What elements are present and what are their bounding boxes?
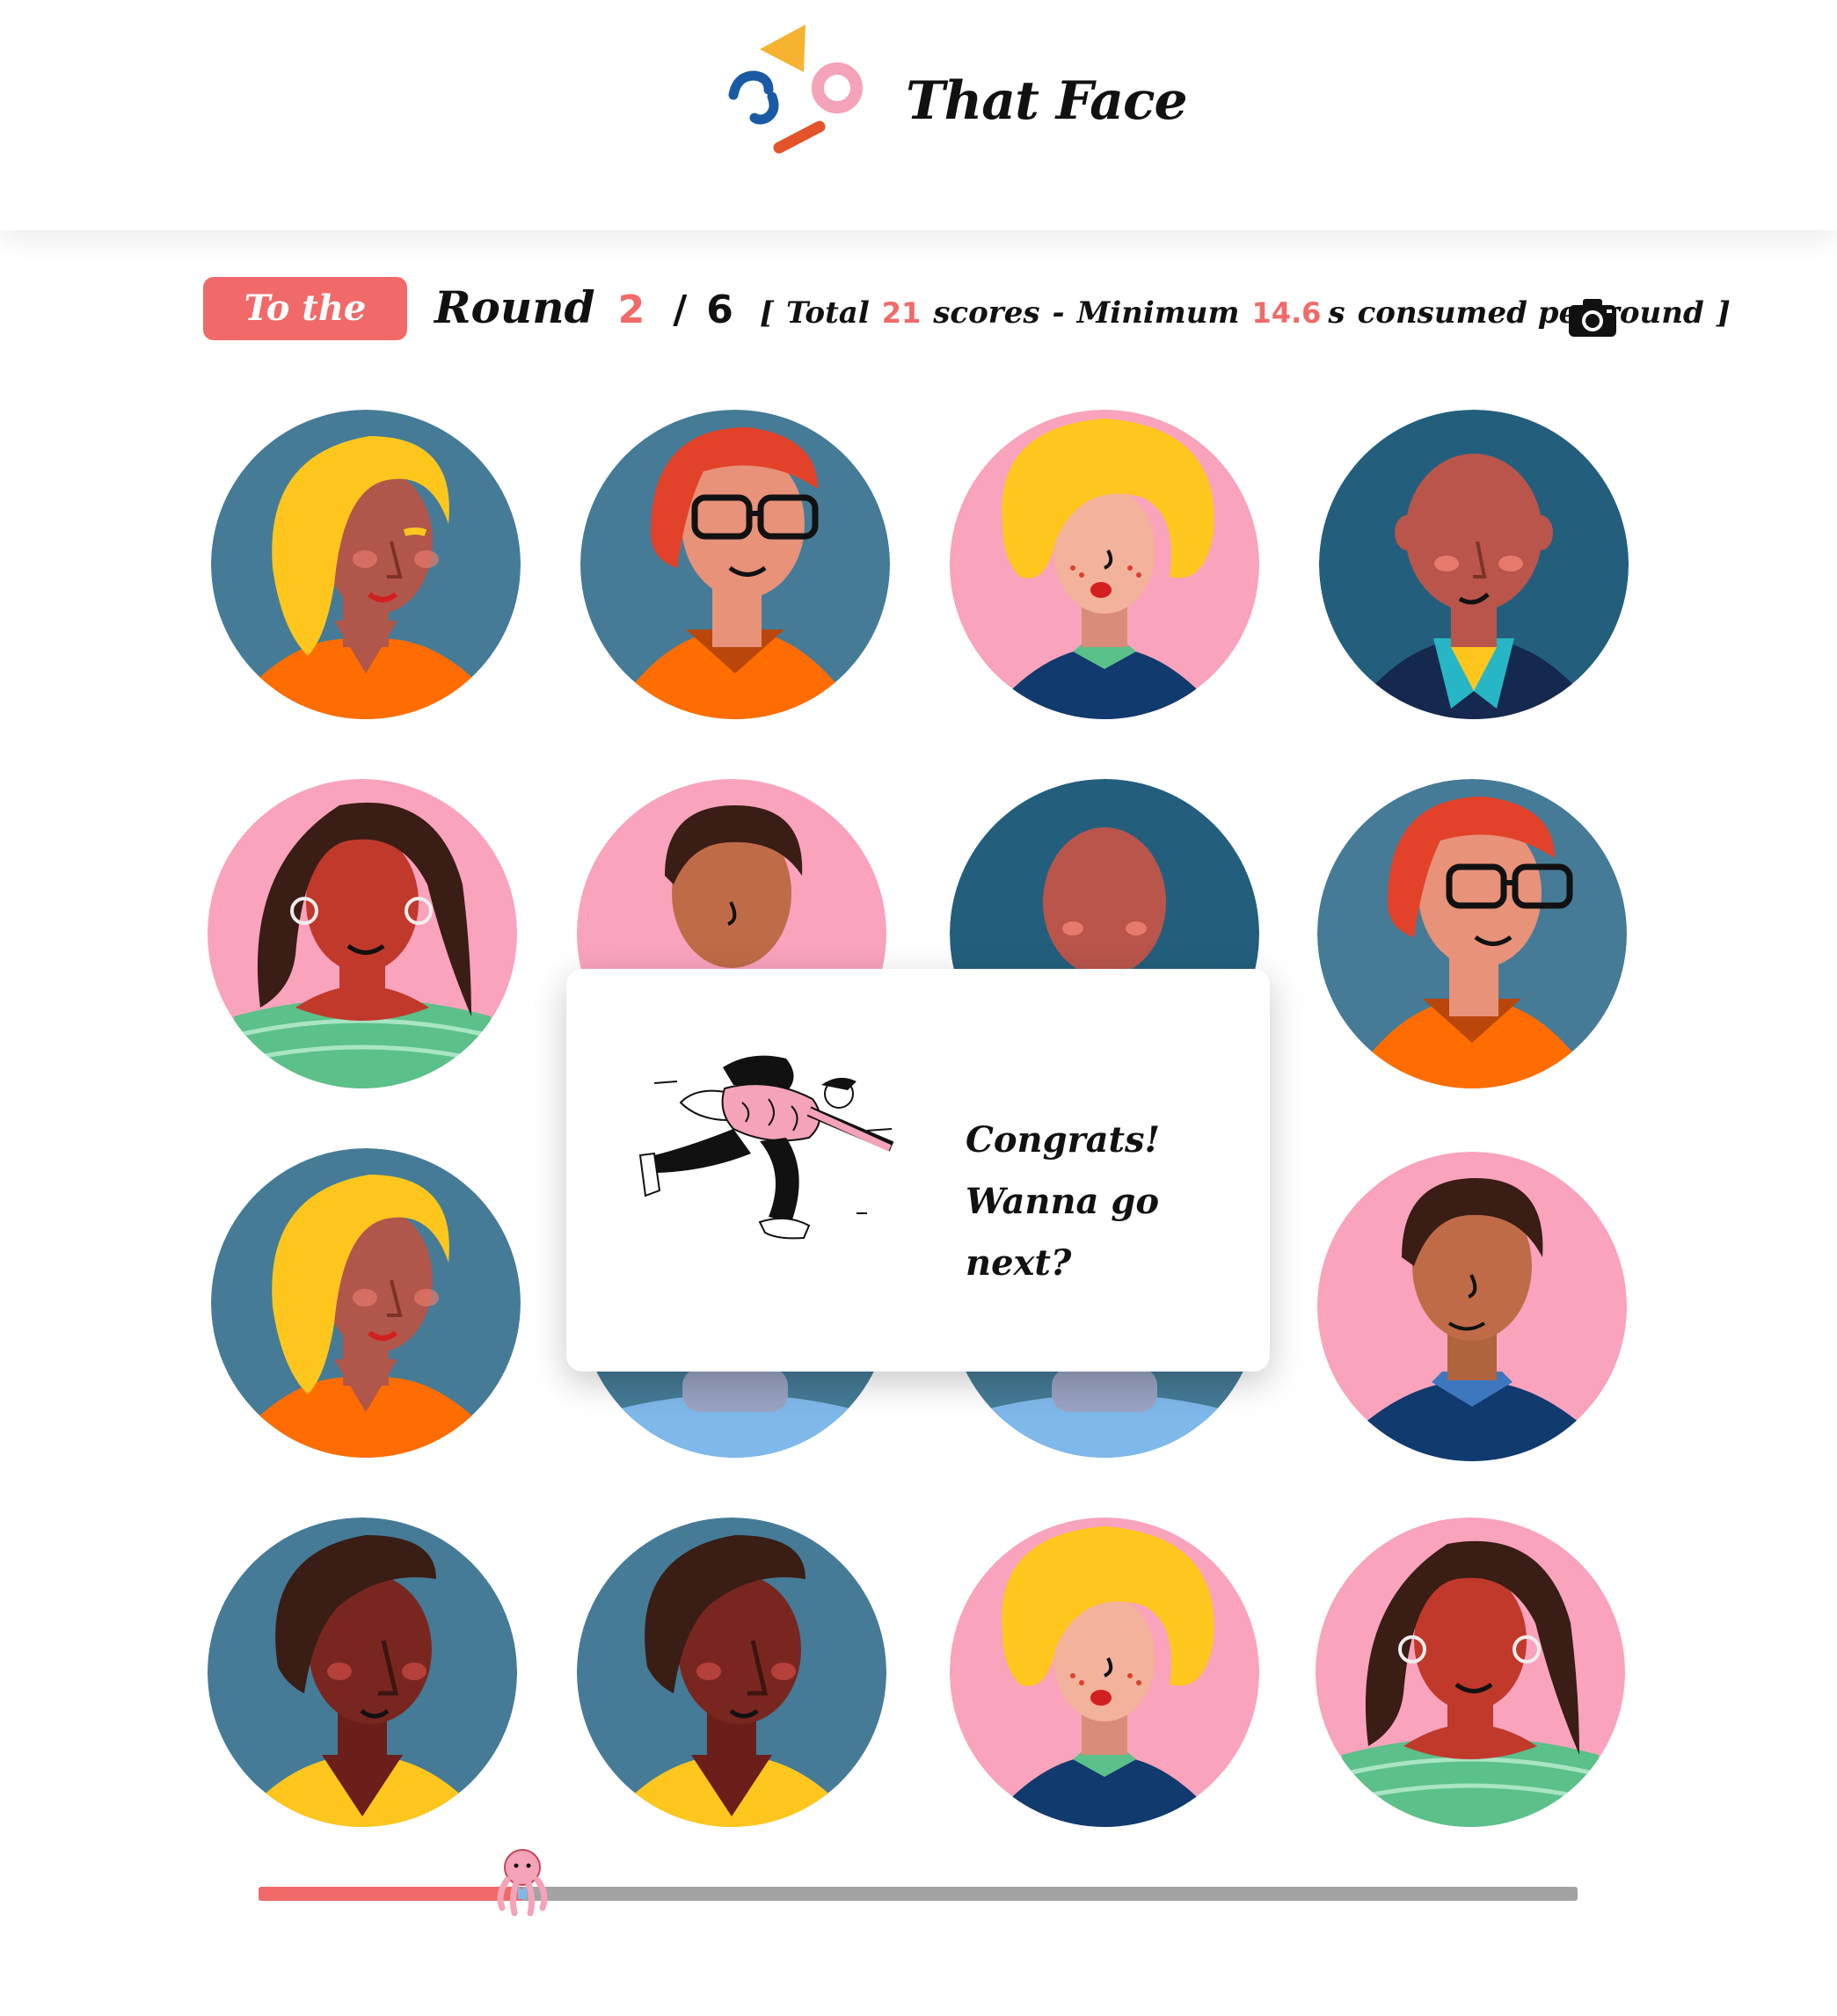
go-next-prompt[interactable]: Wanna go next? xyxy=(966,1171,1270,1294)
face-avatar xyxy=(211,410,521,719)
face-card[interactable] xyxy=(1316,1517,1625,1827)
face-card[interactable] xyxy=(1319,410,1629,719)
face-card[interactable] xyxy=(208,1517,517,1827)
face-avatar xyxy=(1319,410,1629,719)
app-header: That Face xyxy=(0,0,1837,230)
face-avatar xyxy=(580,410,890,719)
face-avatar xyxy=(208,1517,517,1827)
round-progress-fill xyxy=(259,1887,522,1901)
face-card[interactable] xyxy=(580,410,890,719)
face-card[interactable] xyxy=(1317,779,1627,1088)
that-face-logo xyxy=(728,25,863,154)
round-progress-track xyxy=(259,1887,1578,1901)
face-avatar xyxy=(208,779,517,1088)
face-avatar xyxy=(1316,1517,1625,1827)
brand-title: That Face xyxy=(906,70,1188,132)
congrats-message: Congrats! Wanna go next? xyxy=(966,1110,1270,1294)
octopus-icon[interactable] xyxy=(492,1846,553,1917)
face-card[interactable] xyxy=(950,410,1259,719)
congrats-line: Congrats! xyxy=(966,1119,1161,1161)
face-avatar xyxy=(950,1517,1259,1827)
face-avatar xyxy=(950,410,1259,719)
face-card[interactable] xyxy=(208,779,517,1088)
face-card[interactable] xyxy=(950,1517,1259,1827)
congrats-dialog: Congrats! Wanna go next? xyxy=(566,969,1270,1372)
face-avatar xyxy=(1317,1152,1627,1461)
running-person-illustration xyxy=(638,1055,894,1240)
face-avatar xyxy=(211,1148,521,1458)
face-card[interactable] xyxy=(1317,1152,1627,1461)
face-avatar xyxy=(1317,779,1627,1088)
face-card[interactable] xyxy=(211,1148,521,1458)
face-card[interactable] xyxy=(211,410,521,719)
face-card[interactable] xyxy=(577,1517,886,1827)
face-avatar xyxy=(577,1517,886,1827)
